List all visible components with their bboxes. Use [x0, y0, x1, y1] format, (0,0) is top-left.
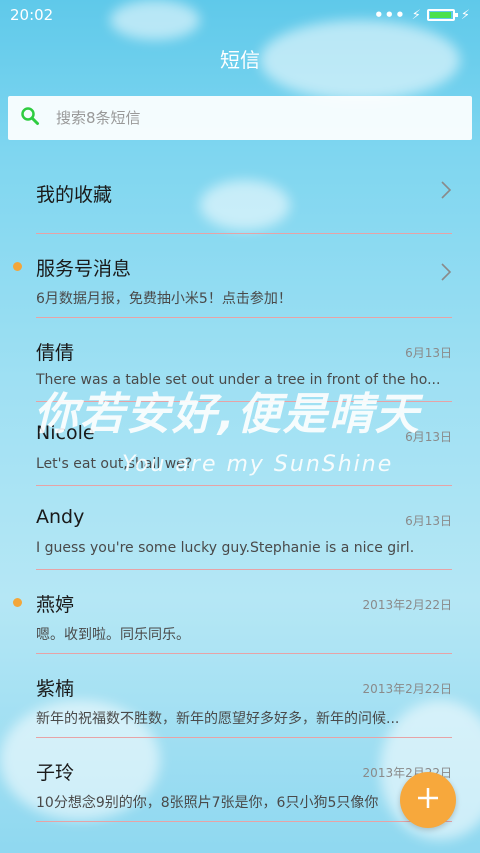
conversation-snippet: 嗯。收到啦。同乐同乐。: [36, 627, 190, 643]
conversation-date: 2013年2月22日: [362, 598, 452, 612]
conversation-date: 6月13日: [405, 514, 452, 528]
conversation-date: 6月13日: [405, 346, 452, 360]
conversation-list: 我的收藏服务号消息 6月数据月报，免费抽小米5！点击参加！ 倩倩 There was …: [0, 150, 480, 822]
conversation-snippet: 6月数据月报，免费抽小米5！点击参加！: [36, 291, 292, 307]
conversation-name: 我的收藏: [36, 184, 113, 206]
conversation-row[interactable]: 紫楠新年的祝福数不胜数，新年的愿望好多好多，新年的问候... 2013年2月22日: [36, 654, 452, 738]
conversation-snippet: I guess you're some lucky guy.Stephanie …: [36, 540, 415, 556]
signal-icon: •••: [373, 6, 406, 24]
status-time: 20:02: [10, 6, 54, 24]
conversation-date: 6月13日: [405, 430, 452, 444]
conversation-name: 服务号消息: [36, 258, 132, 280]
battery-icon: [426, 9, 458, 21]
conversation-row[interactable]: 燕婷嗯。收到啦。同乐同乐。 2013年2月22日: [13, 570, 452, 654]
status-icons: ••• ⚡ ⚡: [374, 6, 470, 24]
new-message-button[interactable]: [400, 772, 456, 828]
status-bar: 20:02 ••• ⚡ ⚡: [0, 0, 480, 30]
page-title: 短信: [220, 47, 260, 72]
conversation-row[interactable]: Nicole Let's eat out,shall we? 6月13日: [36, 402, 452, 486]
conversation-row[interactable]: Andy I guess you're some lucky guy.Stepha…: [36, 486, 452, 570]
conversation-date: 2013年2月22日: [362, 682, 452, 696]
conversation-name: Nicole: [36, 422, 95, 444]
search-bar[interactable]: [8, 96, 472, 140]
charging-icon: ⚡: [411, 7, 421, 23]
charging-icon: ⚡: [460, 7, 470, 23]
conversation-row[interactable]: 倩倩 There was a table set out under a tree…: [36, 318, 452, 402]
conversation-row[interactable]: 我的收藏: [36, 150, 452, 234]
unread-dot: [13, 262, 22, 271]
conversation-name: 倩倩: [36, 342, 75, 364]
chevron-right-icon: [440, 180, 452, 204]
conversation-name: 子玲: [36, 762, 75, 784]
search-input[interactable]: [54, 108, 438, 128]
conversation-row[interactable]: 服务号消息 6月数据月报，免费抽小米5！点击参加！: [13, 234, 452, 318]
conversation-snippet: There was a table set out under a tree i…: [36, 372, 441, 388]
conversation-snippet: 新年的祝福数不胜数，新年的愿望好多好多，新年的问候...: [36, 711, 400, 727]
conversation-name: Andy: [36, 506, 85, 528]
search-icon: [20, 106, 40, 130]
plus-icon: [416, 786, 440, 814]
unread-dot: [13, 598, 22, 607]
conversation-snippet: Let's eat out,shall we?: [36, 456, 193, 472]
conversation-row[interactable]: 子玲 10分想念9别的你，8张照片7张是你，6只小狗5只像你 2013年2月22日: [36, 738, 452, 822]
conversation-name: 紫楠: [36, 678, 75, 700]
conversation-snippet: 10分想念9别的你，8张照片7张是你，6只小狗5只像你: [36, 795, 379, 811]
conversation-name: 燕婷: [36, 594, 75, 616]
chevron-right-icon: [440, 262, 452, 286]
